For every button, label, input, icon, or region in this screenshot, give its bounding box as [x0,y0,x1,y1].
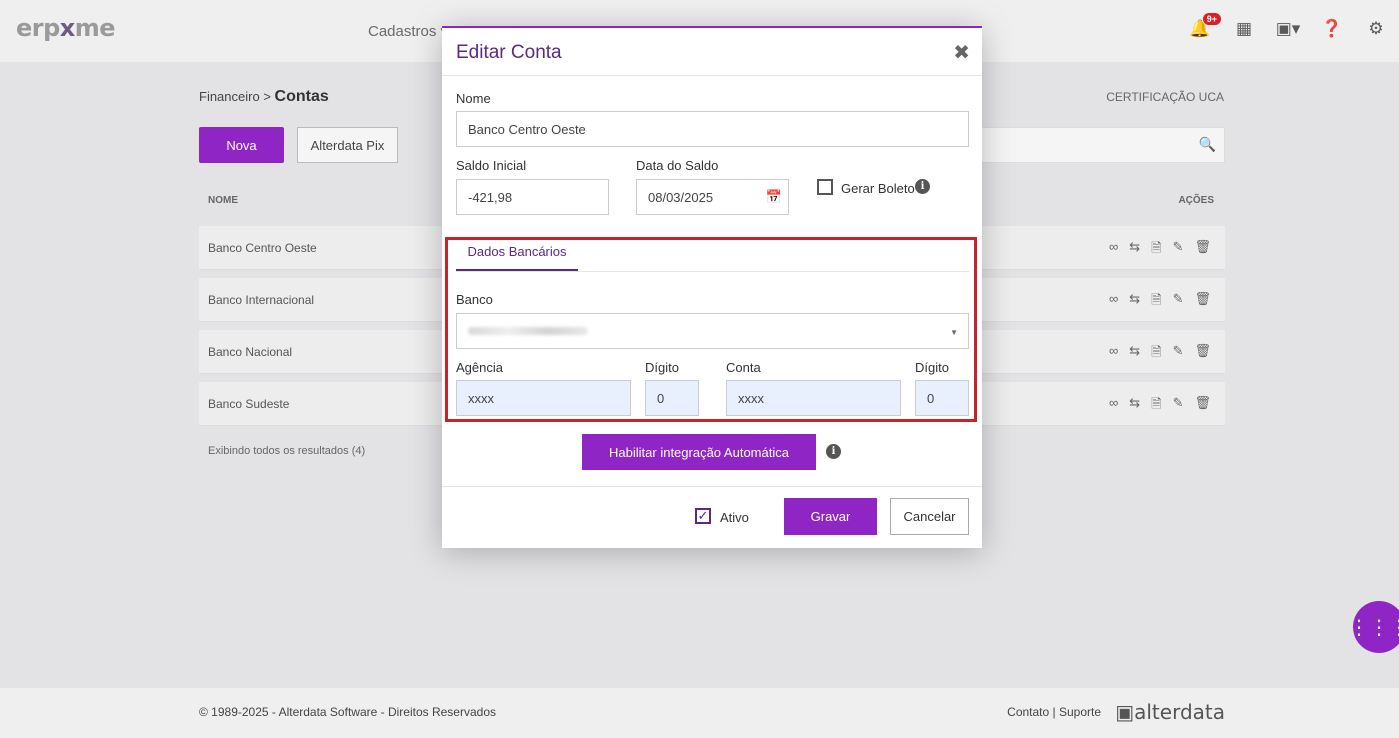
bell-icon[interactable]: 🔔 9+ [1189,13,1221,40]
link-icon[interactable]: ∞ [1109,291,1118,313]
gravar-button[interactable]: Gravar [784,498,877,535]
document-icon[interactable]: 🗎 [1151,343,1161,365]
document-icon[interactable]: 🗎 [1151,239,1161,261]
alterdata-pix-button[interactable]: Alterdata Pix [297,127,398,163]
footer-links[interactable]: Contato | Suporte [1007,705,1101,719]
data-saldo-label: Data do Saldo [636,158,719,173]
page-title: Contas [274,88,329,105]
search-icon[interactable]: 🔍 [1199,136,1216,153]
link-icon[interactable]: ∞ [1109,343,1118,365]
building-icon[interactable]: ▦ [1233,18,1255,40]
blurred-bank-name [468,327,588,335]
habilitar-integracao-button[interactable]: Habilitar integração Automática [582,434,816,470]
trash-icon[interactable]: 🗑 [1194,239,1211,261]
column-header-acoes: AÇÕES [1178,195,1214,206]
document-icon[interactable]: 🗎 [1151,291,1161,313]
agencia-input[interactable]: xxxx [456,380,631,416]
notification-badge: 9+ [1202,13,1221,25]
edit-icon[interactable]: ✎ [1173,395,1184,417]
apps-grid-button[interactable]: ⋮⋮⋮ [1349,601,1399,653]
sitemap-icon[interactable]: ▣▾ [1276,18,1301,40]
erpme-logo[interactable]: erpxme [16,14,116,42]
close-icon[interactable]: ✖ [953,40,970,65]
edit-icon[interactable]: ✎ [1173,343,1184,365]
info-icon[interactable]: i [826,444,841,459]
tab-divider [456,271,969,272]
cancelar-button[interactable]: Cancelar [890,498,969,535]
calendar-icon[interactable]: 📅 [766,189,782,205]
document-icon[interactable]: 🗎 [1151,395,1161,417]
results-count: Exibindo todos os resultados (4) [208,445,366,457]
copyright: © 1989-2025 - Alterdata Software - Direi… [199,705,496,719]
agencia-digito-input[interactable]: 0 [645,380,699,416]
tab-dados-bancarios[interactable]: Dados Bancários [456,237,578,271]
cert-label[interactable]: CERTIFICAÇÃO UCA [1106,90,1224,104]
modal-title: Editar Conta [456,42,562,63]
gear-icon[interactable]: ⚙ [1365,18,1387,40]
row-actions: ∞ ⇆ 🗎 ✎ 🗑 [1109,239,1211,261]
transfer-icon[interactable]: ⇆ [1129,239,1140,261]
footer-divider [442,486,982,487]
nav-cadastros[interactable]: Cadastros ▾ [368,22,448,40]
alterdata-logo: ▣alterdata [1115,700,1225,724]
row-actions: ∞ ⇆ 🗎 ✎ 🗑 [1109,395,1211,417]
nova-button[interactable]: Nova [199,127,284,163]
help-icon[interactable]: ❓ [1321,18,1343,40]
nome-label: Nome [456,91,491,106]
conta-label: Conta [726,360,761,375]
conta-digito-input[interactable]: 0 [915,380,969,416]
breadcrumb: Financeiro > Contas [199,88,329,105]
trash-icon[interactable]: 🗑 [1194,395,1211,417]
data-saldo-input[interactable]: 08/03/2025 📅 [636,179,789,215]
conta-digito-label: Dígito [915,360,949,375]
saldo-inicial-input[interactable]: -421,98 [456,179,609,215]
search-input[interactable]: 🔍 [960,127,1225,163]
top-icons: 🔔 9+ ▦ ▣▾ ❓ ⚙ [1189,13,1387,40]
grid-icon: ⋮⋮⋮ [1349,616,1399,639]
saldo-inicial-label: Saldo Inicial [456,158,527,173]
transfer-icon[interactable]: ⇆ [1129,291,1140,313]
ativo-label: Ativo [720,510,749,525]
gerar-boleto-label: Gerar Boleto [841,181,915,196]
conta-input[interactable]: xxxx [726,380,901,416]
nome-input[interactable]: Banco Centro Oeste [456,111,969,147]
transfer-icon[interactable]: ⇆ [1129,395,1140,417]
row-actions: ∞ ⇆ 🗎 ✎ 🗑 [1109,343,1211,365]
header-divider [442,75,982,76]
transfer-icon[interactable]: ⇆ [1129,343,1140,365]
edit-icon[interactable]: ✎ [1173,291,1184,313]
caret-down-icon: ▼ [950,328,958,337]
link-icon[interactable]: ∞ [1109,395,1118,417]
link-icon[interactable]: ∞ [1109,239,1118,261]
info-icon[interactable]: i [915,179,930,194]
agencia-label: Agência [456,360,503,375]
trash-icon[interactable]: 🗑 [1194,291,1211,313]
edit-icon[interactable]: ✎ [1173,239,1184,261]
row-actions: ∞ ⇆ 🗎 ✎ 🗑 [1109,291,1211,313]
agencia-digito-label: Dígito [645,360,679,375]
banco-label: Banco [456,292,493,307]
column-header-nome[interactable]: NOME [208,195,238,206]
trash-icon[interactable]: 🗑 [1194,343,1211,365]
banco-select[interactable]: ▼ [456,313,969,349]
footer: © 1989-2025 - Alterdata Software - Direi… [0,688,1399,738]
gerar-boleto-checkbox[interactable] [817,179,833,195]
ativo-checkbox[interactable]: ✓ [695,508,711,524]
